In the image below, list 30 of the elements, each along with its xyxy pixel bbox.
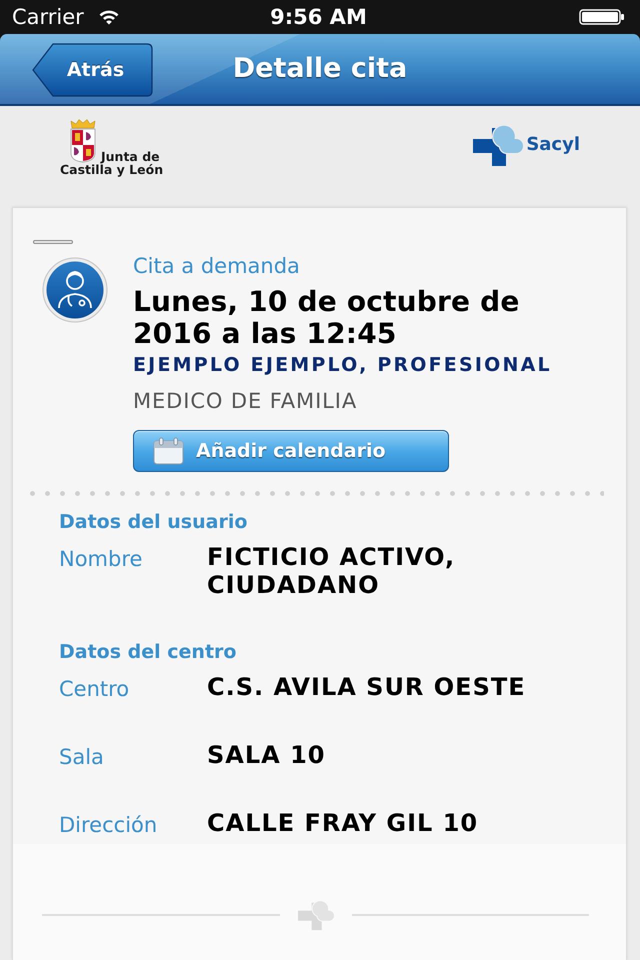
wifi-icon xyxy=(98,9,120,25)
field-label: Centro xyxy=(59,676,130,703)
appointment-date: Lunes, 10 de octubre de 2016 a las 12:45 xyxy=(133,286,521,350)
section-title: Datos del usuario xyxy=(59,511,248,533)
field-value: FICTICIO ACTIVO, CIUDADANO xyxy=(207,543,456,599)
field-value: CALLE FRAY GIL 10 xyxy=(207,809,480,839)
field-label: Nombre xyxy=(59,546,144,573)
coat-of-arms-icon xyxy=(68,119,98,163)
add-calendar-button[interactable]: Añadir calendario xyxy=(133,430,449,472)
field-label: Sala xyxy=(59,744,105,771)
back-button[interactable]: Atrás xyxy=(32,43,153,97)
screen-title: Detalle cita xyxy=(232,53,408,85)
logo-text: Junta de xyxy=(101,150,160,163)
logo-text: Sacyl xyxy=(526,134,580,156)
logo-text: Castilla y León xyxy=(60,163,164,176)
field-label: Dirección xyxy=(59,812,158,839)
cross-logo-icon xyxy=(473,124,524,166)
battery-icon xyxy=(579,9,625,25)
cross-logo-icon xyxy=(298,899,334,931)
field-value: SALA 10 xyxy=(207,741,326,771)
carrier-label: Carrier xyxy=(12,5,84,29)
professional-name: EJEMPLO EJEMPLO, PROFESIONAL xyxy=(133,354,553,376)
appointment-type: Cita a demanda xyxy=(133,254,301,278)
calendar-icon xyxy=(153,437,184,465)
person-avatar-icon xyxy=(42,257,108,323)
status-time: 9:56 AM xyxy=(270,5,367,29)
section-title: Datos del centro xyxy=(59,641,238,663)
field-value: C.S. AVILA SUR OESTE xyxy=(207,673,527,703)
dash-icon xyxy=(33,240,73,244)
specialty-label: MEDICO DE FAMILIA xyxy=(133,389,358,413)
